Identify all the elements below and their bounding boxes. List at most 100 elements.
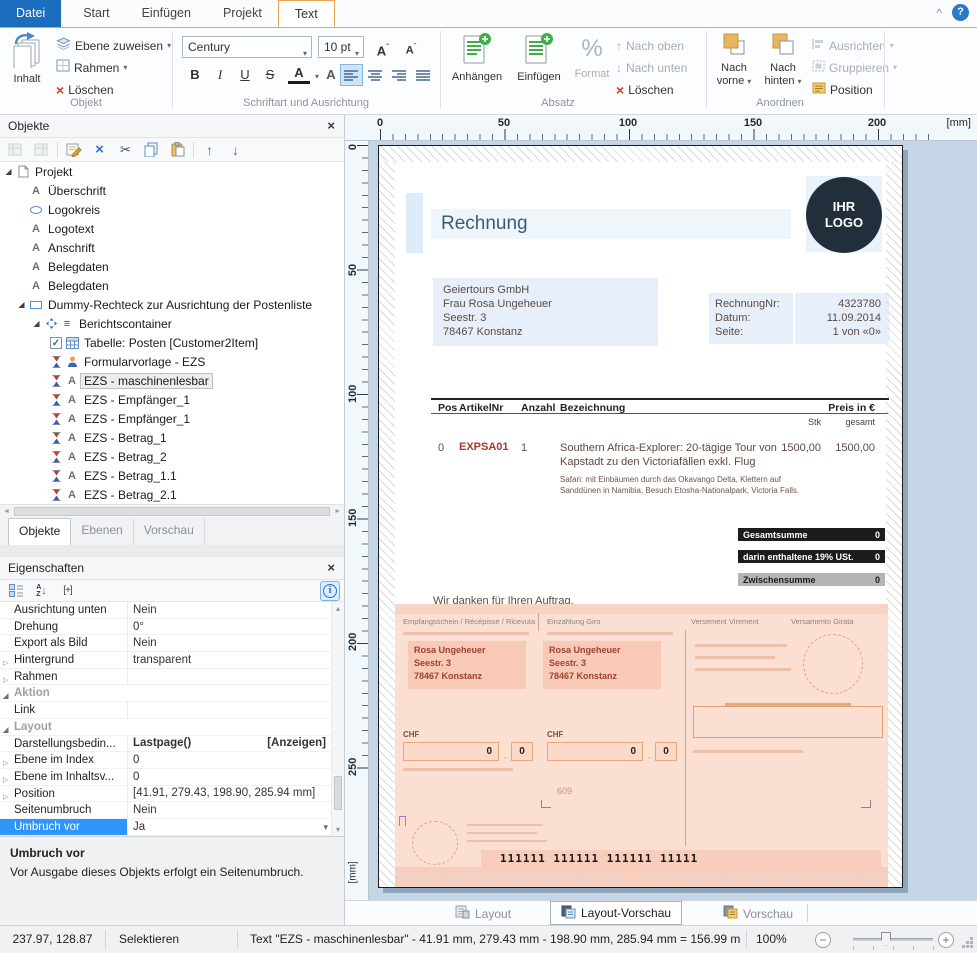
tree-item-dummy-rechteck[interactable]: ◢ Dummy-Rechteck zur Ausrichtung der Pos…: [0, 295, 344, 314]
tree-item-berichtscontainer[interactable]: ◢ ≡ Berichtscontainer: [0, 314, 344, 333]
paste-icon[interactable]: [167, 141, 188, 159]
scrollbar-thumb[interactable]: [14, 507, 330, 516]
ebene-zuweisen-button[interactable]: Ebene zuweisen ▾: [56, 36, 171, 56]
property-row-umbruch-vor[interactable]: Umbruch vor Ja▾: [0, 819, 344, 836]
copy-icon[interactable]: [141, 141, 162, 159]
slip-cents-2[interactable]: 0: [655, 742, 677, 761]
tree-item-ezs-maschinenlesbar[interactable]: A EZS - maschinenlesbar: [0, 371, 344, 390]
collapsed-icon[interactable]: ▷: [3, 656, 8, 668]
expanded-icon[interactable]: ◢: [3, 689, 8, 701]
property-row[interactable]: Ausrichtung untenNein: [0, 602, 344, 619]
rahmen-button[interactable]: Rahmen ▾: [56, 58, 127, 78]
tree-item-anschrift[interactable]: A Anschrift: [0, 238, 344, 257]
scrollbar-thumb[interactable]: [334, 776, 342, 810]
close-icon[interactable]: ×: [327, 557, 335, 579]
properties-vertical-scrollbar[interactable]: ▴ ▾: [331, 602, 344, 836]
tree-item-logokreis[interactable]: Logokreis: [0, 200, 344, 219]
scroll-left-icon[interactable]: ◄: [3, 508, 10, 515]
close-icon[interactable]: ×: [327, 115, 335, 137]
tree-item-ueberschrift[interactable]: A Überschrift: [0, 181, 344, 200]
italic-button[interactable]: I: [209, 64, 231, 86]
view-tab-layout-vorschau[interactable]: Layout-Vorschau: [550, 901, 682, 925]
zoom-in-button[interactable]: +: [938, 932, 954, 948]
description-toggle-button[interactable]: i: [320, 581, 340, 601]
align-justify-button[interactable]: [412, 64, 435, 86]
tree-item-tabelle-posten[interactable]: ✓ Tabelle: Posten [Customer2Item]: [0, 333, 344, 352]
collapsed-icon[interactable]: ▷: [3, 673, 8, 685]
property-row-darstellungsbedingung[interactable]: Darstellungsbedin... Lastpage()[Anzeigen…: [0, 736, 344, 753]
property-row[interactable]: ▷Ebene im Index0: [0, 752, 344, 769]
tree-item-ezs-betrag-1[interactable]: A EZS - Betrag_1: [0, 428, 344, 447]
ausrichten-button[interactable]: Ausrichten ▾: [812, 36, 894, 56]
nach-oben-button[interactable]: ↑ Nach oben: [616, 36, 684, 56]
shrink-font-button[interactable]: Aˉ: [400, 36, 422, 58]
tab-vorschau[interactable]: Vorschau: [134, 518, 205, 545]
zoom-out-button[interactable]: −: [815, 932, 831, 948]
view-tab-vorschau[interactable]: Vorschau: [713, 901, 803, 926]
item-table-header[interactable]: Pos ArtikelNr Anzahl Bezeichnung Preis i…: [431, 398, 889, 414]
collapsed-icon[interactable]: ▷: [3, 790, 8, 802]
tree-item-ezs-empfaenger-2[interactable]: A EZS - Empfänger_1: [0, 409, 344, 428]
align-left-button[interactable]: [340, 64, 363, 86]
properties-icon[interactable]: [63, 141, 84, 159]
categorized-view-icon[interactable]: [5, 582, 26, 600]
property-group-aktion[interactable]: ◢Aktion: [0, 685, 344, 702]
tab-ebenen[interactable]: Ebenen: [71, 518, 133, 545]
expander-icon[interactable]: ◢: [2, 167, 15, 176]
tree-item-ezs-empfaenger-1[interactable]: A EZS - Empfänger_1: [0, 390, 344, 409]
expander-icon[interactable]: ◢: [15, 300, 28, 309]
font-size-select[interactable]: 10 pt ▾: [318, 36, 364, 58]
slip-payer-box-1[interactable]: Rosa UngeheuerSeestr. 378467 Konstanz: [408, 641, 526, 689]
tree-item-ezs-betrag-2-1[interactable]: A EZS - Betrag_2.1: [0, 485, 344, 504]
page-viewport[interactable]: Rechnung IHR LOGO Geiertours GmbH Frau R…: [369, 141, 977, 900]
insert-table-disabled-icon[interactable]: [5, 141, 26, 159]
grow-font-button[interactable]: Aˉ: [372, 36, 394, 58]
collapse-ribbon-icon[interactable]: ^: [936, 6, 942, 20]
format-button[interactable]: % Format: [572, 32, 612, 80]
font-family-select[interactable]: Century ▾: [182, 36, 312, 58]
underline-button[interactable]: U: [234, 64, 256, 86]
property-row[interactable]: SeitenumbruchNein: [0, 802, 344, 819]
tab-projekt[interactable]: Projekt: [207, 0, 278, 27]
view-tab-layout[interactable]: Layout: [445, 901, 521, 926]
nach-vorne-button[interactable]: Nachvorne ▾: [712, 32, 756, 88]
invoice-address-block[interactable]: Geiertours GmbH Frau Rosa Ungeheuer Sees…: [433, 278, 658, 346]
slip-amount-1[interactable]: 0: [403, 742, 499, 761]
property-row[interactable]: Drehung0°: [0, 619, 344, 636]
property-row[interactable]: Link: [0, 702, 344, 719]
insert-column-disabled-icon[interactable]: [31, 141, 52, 159]
sort-az-icon[interactable]: AZ↓: [31, 582, 52, 600]
align-center-button[interactable]: [364, 64, 387, 86]
checkbox-checked-icon[interactable]: ✓: [48, 337, 64, 349]
total-zwischensumme[interactable]: Zwischensumme0: [738, 573, 885, 586]
slip-amount-2[interactable]: 0: [547, 742, 643, 761]
property-row-position[interactable]: ▷Position[41.91, 279.43, 198.90, 285.94 …: [0, 786, 344, 803]
panel-splitter[interactable]: [0, 545, 344, 557]
objects-horizontal-scrollbar[interactable]: ◄ ►: [0, 504, 344, 518]
property-row[interactable]: ▷Hintergrundtransparent: [0, 652, 344, 669]
scroll-up-icon[interactable]: ▴: [332, 604, 344, 613]
expand-all-icon[interactable]: [+]: [57, 582, 78, 600]
logo-circle[interactable]: IHR LOGO: [806, 177, 882, 253]
expander-icon[interactable]: ◢: [30, 319, 43, 328]
item-table-row[interactable]: 0 EXPSA01 1 Southern Africa-Explorer: 20…: [431, 441, 889, 521]
strikethrough-button[interactable]: S: [259, 64, 281, 86]
tab-datei[interactable]: Datei: [0, 0, 61, 27]
nach-unten-button[interactable]: ↓ Nach unten: [616, 58, 687, 78]
align-right-button[interactable]: [388, 64, 411, 86]
slip-machine-line[interactable]: 111111 111111 111111 11111: [500, 852, 698, 865]
move-up-icon[interactable]: ↑: [199, 141, 220, 159]
tree-item-formularvorlage[interactable]: Formularvorlage - EZS: [0, 352, 344, 371]
report-page[interactable]: Rechnung IHR LOGO Geiertours GmbH Frau R…: [378, 145, 903, 888]
invoice-meta-labels[interactable]: RechnungNr: Datum: Seite:: [709, 293, 793, 344]
help-icon[interactable]: ?: [952, 4, 969, 21]
property-row[interactable]: ▷Rahmen: [0, 669, 344, 686]
anhaengen-button[interactable]: Anhängen: [446, 32, 508, 83]
text-style-button[interactable]: A: [320, 64, 342, 86]
tree-item-belegdaten-1[interactable]: A Belegdaten: [0, 257, 344, 276]
total-gesamtsumme[interactable]: Gesamtsumme0: [738, 528, 885, 541]
collapsed-icon[interactable]: ▷: [3, 756, 8, 768]
slip-payer-box-2[interactable]: Rosa UngeheuerSeestr. 378467 Konstanz: [543, 641, 661, 689]
scroll-down-icon[interactable]: ▾: [332, 825, 344, 834]
tree-item-ezs-betrag-1-1[interactable]: A EZS - Betrag_1.1: [0, 466, 344, 485]
